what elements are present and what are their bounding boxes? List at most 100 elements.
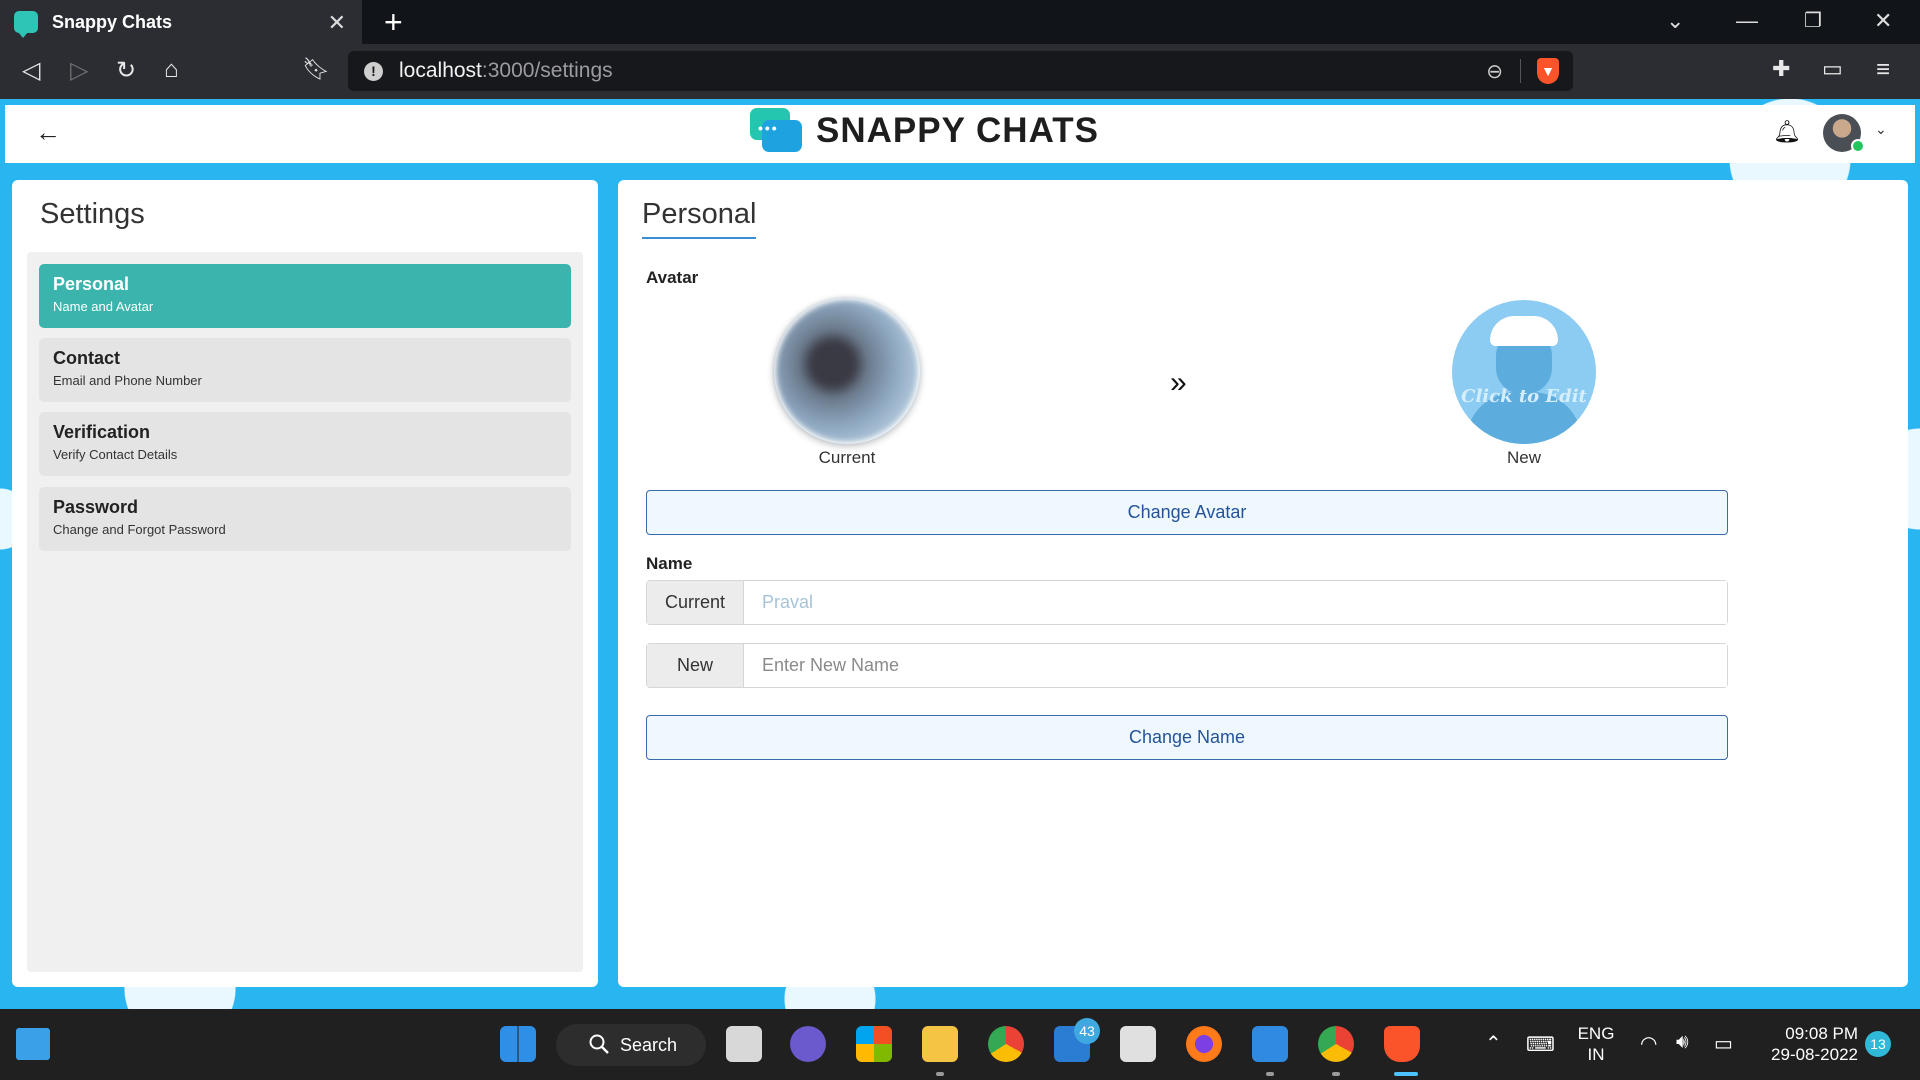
double-chevron-right-icon: » xyxy=(1170,366,1187,399)
chrome-profile-icon[interactable] xyxy=(1318,1026,1354,1062)
address-bar[interactable]: ! localhost :3000/settings ⊖ ▼ xyxy=(348,51,1573,91)
current-addon: Current xyxy=(647,581,744,624)
url-path: :3000/settings xyxy=(481,59,613,82)
file-explorer-icon[interactable] xyxy=(922,1026,958,1062)
widgets-icon[interactable] xyxy=(16,1028,50,1060)
app-header: ← ••• SNAPPY CHATS 🔔︎ ⌄ xyxy=(5,105,1915,163)
brave-shields-icon[interactable]: ▼ xyxy=(1537,58,1559,84)
click-to-edit-overlay: Click to Edit xyxy=(1461,386,1587,407)
settings-item-subtitle: Verify Contact Details xyxy=(53,447,178,462)
app-logo[interactable]: ••• SNAPPY CHATS xyxy=(750,108,1099,154)
running-indicator xyxy=(1332,1072,1340,1076)
new-tab-button[interactable]: + xyxy=(384,4,403,41)
wifi-icon[interactable]: ◠ xyxy=(1640,1031,1657,1056)
language-line1: ENG xyxy=(1577,1024,1615,1043)
settings-item-subtitle: Email and Phone Number xyxy=(53,373,202,388)
firefox-icon[interactable] xyxy=(1186,1026,1222,1062)
clock[interactable]: 09:08 PM 29-08-2022 xyxy=(1754,1023,1858,1065)
language-line2: IN xyxy=(1587,1045,1605,1064)
new-addon: New xyxy=(647,644,744,687)
current-name-field xyxy=(744,581,1727,624)
chrome-icon[interactable] xyxy=(988,1026,1024,1062)
notification-bell-icon[interactable]: 🔔︎ xyxy=(1773,119,1801,145)
taskbar-search[interactable]: Search xyxy=(556,1024,706,1066)
settings-item-personal[interactable]: Personal Name and Avatar xyxy=(39,264,571,328)
current-avatar-caption: Current xyxy=(818,448,876,467)
task-view-icon[interactable] xyxy=(726,1026,762,1062)
bookmark-icon[interactable]: 🔖︎ xyxy=(302,56,330,82)
browser-tab-bar: Snappy Chats ✕ + ⌄ — ❐ ✕ xyxy=(0,0,1920,44)
store-icon[interactable] xyxy=(856,1026,892,1062)
chat-favicon-icon xyxy=(14,11,38,38)
new-name-group: New xyxy=(646,643,1728,688)
mail-badge: 43 xyxy=(1074,1018,1100,1044)
url-divider xyxy=(1520,59,1521,83)
search-label: Search xyxy=(620,1034,678,1055)
back-arrow-icon[interactable]: ← xyxy=(35,117,61,148)
panel-title: Personal xyxy=(642,198,757,239)
wallet-icon[interactable]: ▭ xyxy=(1822,56,1843,82)
settings-item-password[interactable]: Password Change and Forgot Password xyxy=(39,487,571,551)
close-window-icon[interactable]: ✕ xyxy=(1874,8,1892,34)
running-indicator xyxy=(936,1072,944,1076)
snipping-tool-icon[interactable] xyxy=(1120,1026,1156,1062)
name-label: Name xyxy=(646,554,693,573)
site-info-icon[interactable]: ! xyxy=(364,61,383,81)
settings-item-subtitle: Name and Avatar xyxy=(53,299,154,314)
change-avatar-button[interactable]: Change Avatar xyxy=(646,490,1728,535)
language-indicator[interactable]: ENG IN xyxy=(1576,1023,1616,1065)
chat-logo-icon: ••• xyxy=(750,108,802,154)
volume-icon[interactable]: 🔊︎ xyxy=(1676,1031,1689,1054)
clock-time: 09:08 PM xyxy=(1785,1024,1858,1043)
forward-icon[interactable]: ▷ xyxy=(70,56,88,85)
search-icon xyxy=(589,1034,609,1054)
personal-panel: Personal Avatar Current » Click to Edit … xyxy=(618,180,1908,987)
logo-text: SNAPPY CHATS xyxy=(816,111,1099,150)
browser-tab[interactable]: Snappy Chats ✕ xyxy=(0,0,362,44)
vscode-icon[interactable] xyxy=(1252,1026,1288,1062)
tab-close-icon[interactable]: ✕ xyxy=(328,10,346,36)
new-avatar-picker[interactable]: Click to Edit xyxy=(1452,300,1596,444)
zoom-out-icon[interactable]: ⊖ xyxy=(1486,59,1503,84)
minimize-icon[interactable]: — xyxy=(1736,8,1758,34)
tab-list-chevron-icon[interactable]: ⌄ xyxy=(1666,8,1684,34)
settings-title: Settings xyxy=(40,198,145,230)
restore-icon[interactable]: ❐ xyxy=(1804,8,1822,33)
battery-icon[interactable]: ▭ xyxy=(1714,1031,1733,1056)
current-name-group: Current xyxy=(646,580,1728,625)
windows-start-icon[interactable] xyxy=(500,1026,536,1062)
settings-item-title: Verification xyxy=(53,422,151,442)
settings-panel: Settings Personal Name and Avatar Contac… xyxy=(12,180,598,987)
reload-icon[interactable]: ↻ xyxy=(116,56,136,85)
keyboard-icon[interactable]: ⌨ xyxy=(1526,1032,1555,1057)
settings-item-verification[interactable]: Verification Verify Contact Details xyxy=(39,412,571,476)
new-avatar-caption: New xyxy=(1506,448,1541,467)
url-host: localhost xyxy=(399,59,482,82)
running-indicator xyxy=(1266,1072,1274,1076)
page-background: ← ••• SNAPPY CHATS 🔔︎ ⌄ Settings Persona… xyxy=(0,99,1920,1009)
current-avatar xyxy=(776,300,918,442)
home-icon[interactable]: ⌂ xyxy=(164,56,179,84)
chevron-down-icon[interactable]: ⌄ xyxy=(1875,121,1887,138)
new-name-input[interactable] xyxy=(744,644,1727,687)
brave-taskbar-icon[interactable] xyxy=(1384,1026,1420,1062)
settings-item-contact[interactable]: Contact Email and Phone Number xyxy=(39,338,571,402)
taskbar: Search 43 ⌃ ⌨ ENG IN ◠ 🔊︎ ▭ 09:08 PM 29-… xyxy=(0,1009,1920,1080)
extensions-icon[interactable]: ✚ xyxy=(1772,56,1790,82)
meet-icon[interactable] xyxy=(790,1026,826,1062)
avatar-label: Avatar xyxy=(646,268,699,287)
settings-item-title: Password xyxy=(53,497,139,517)
back-icon[interactable]: ◁ xyxy=(22,56,40,85)
notification-count-badge[interactable]: 13 xyxy=(1865,1031,1891,1057)
settings-item-subtitle: Change and Forgot Password xyxy=(53,522,226,537)
change-name-button[interactable]: Change Name xyxy=(646,715,1728,760)
online-status-icon xyxy=(1851,139,1865,153)
menu-icon[interactable]: ≡ xyxy=(1876,56,1890,84)
clock-date: 29-08-2022 xyxy=(1771,1045,1858,1064)
browser-toolbar: ◁ ▷ ↻ ⌂ 🔖︎ ! localhost :3000/settings ⊖ … xyxy=(0,44,1920,99)
settings-menu: Personal Name and Avatar Contact Email a… xyxy=(27,252,583,972)
show-hidden-icons-chevron-icon[interactable]: ⌃ xyxy=(1485,1031,1502,1056)
settings-item-title: Contact xyxy=(53,348,120,368)
tab-title: Snappy Chats xyxy=(52,11,173,32)
active-indicator xyxy=(1394,1072,1418,1076)
